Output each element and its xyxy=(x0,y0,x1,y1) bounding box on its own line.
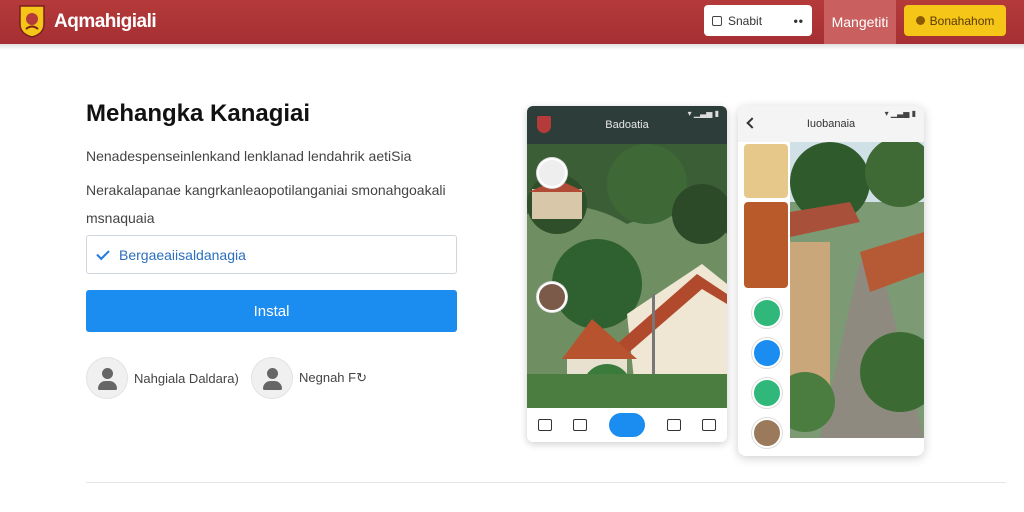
page-title: Mehangka Kanagiai xyxy=(86,100,311,127)
search-button[interactable]: Snabit •• xyxy=(704,5,812,36)
action-blue-icon[interactable] xyxy=(752,338,782,368)
avatar-icon xyxy=(86,357,128,399)
description-line-3: msnaquaia xyxy=(86,210,155,226)
thumbnail-image[interactable] xyxy=(744,144,788,198)
search-label: Snabit xyxy=(728,13,763,28)
phone-header: Iuobanaia ▾ ▁▃▅ ▮ xyxy=(738,106,924,142)
app-logo-icon xyxy=(537,116,551,133)
cta-label: Bonahahom xyxy=(929,13,995,28)
brand-logo[interactable] xyxy=(18,4,46,38)
messages-icon[interactable] xyxy=(702,419,717,431)
profile-avatar[interactable] xyxy=(537,282,567,312)
gallery-icon[interactable] xyxy=(666,419,681,431)
street-photo xyxy=(790,142,924,438)
avatar-icon xyxy=(251,357,293,399)
bottom-nav xyxy=(527,408,727,442)
contact-item-2[interactable]: Negnah F↻ xyxy=(251,357,367,399)
story-avatar[interactable] xyxy=(537,158,567,188)
top-bar: Aqmahigiali Snabit •• Mangetiti Bonahaho… xyxy=(0,0,1024,44)
thumbnail-strip xyxy=(742,142,790,452)
description-line-1: Nenadespenseinlenkand lenklanad lendahri… xyxy=(86,148,412,164)
contact-name: Nahgiala Daldara) xyxy=(134,370,239,386)
back-arrow-icon[interactable] xyxy=(746,117,758,129)
description-line-2: Nerakalapanae kangrkanleaopotilanganiai … xyxy=(86,182,446,198)
contact-item-1[interactable]: Nahgiala Daldara) xyxy=(86,357,239,399)
phone-title: Badoatia xyxy=(605,119,649,131)
contact-name: Negnah F↻ xyxy=(299,370,367,385)
install-button[interactable]: Instal xyxy=(86,290,457,332)
nav-tab[interactable]: Mangetiti xyxy=(824,0,896,44)
header-shadow xyxy=(0,44,1024,50)
phone-preview-2: Iuobanaia ▾ ▁▃▅ ▮ xyxy=(738,106,924,456)
status-bar: ▾ ▁▃▅ ▮ xyxy=(687,109,719,118)
user-avatar[interactable] xyxy=(752,418,782,448)
more-icon[interactable]: •• xyxy=(794,14,804,28)
phone-preview-1: Badoatia ▾ ▁▃▅ ▮ xyxy=(527,106,727,442)
brand-name[interactable]: Aqmahigiali xyxy=(54,11,157,33)
lock-icon xyxy=(712,15,722,26)
bell-icon xyxy=(915,16,925,25)
phone-title: Iuobanaia xyxy=(806,118,856,130)
input-value: Bergaeaiisaldanagia xyxy=(119,246,246,263)
action-green-icon[interactable] xyxy=(752,378,782,408)
verified-input[interactable]: Bergaeaiisaldanagia xyxy=(86,235,457,274)
home-icon[interactable] xyxy=(537,419,552,431)
cta-button[interactable]: Bonahahom xyxy=(904,5,1006,36)
section-divider xyxy=(86,482,1006,483)
checkmark-icon xyxy=(96,246,110,260)
action-green-icon[interactable] xyxy=(752,298,782,328)
send-icon[interactable] xyxy=(573,419,588,431)
phone-header: Badoatia ▾ ▁▃▅ ▮ xyxy=(527,106,727,144)
status-bar: ▾ ▁▃▅ ▮ xyxy=(884,109,916,118)
thumbnail-image[interactable] xyxy=(744,202,788,288)
location-icon[interactable] xyxy=(608,413,645,437)
